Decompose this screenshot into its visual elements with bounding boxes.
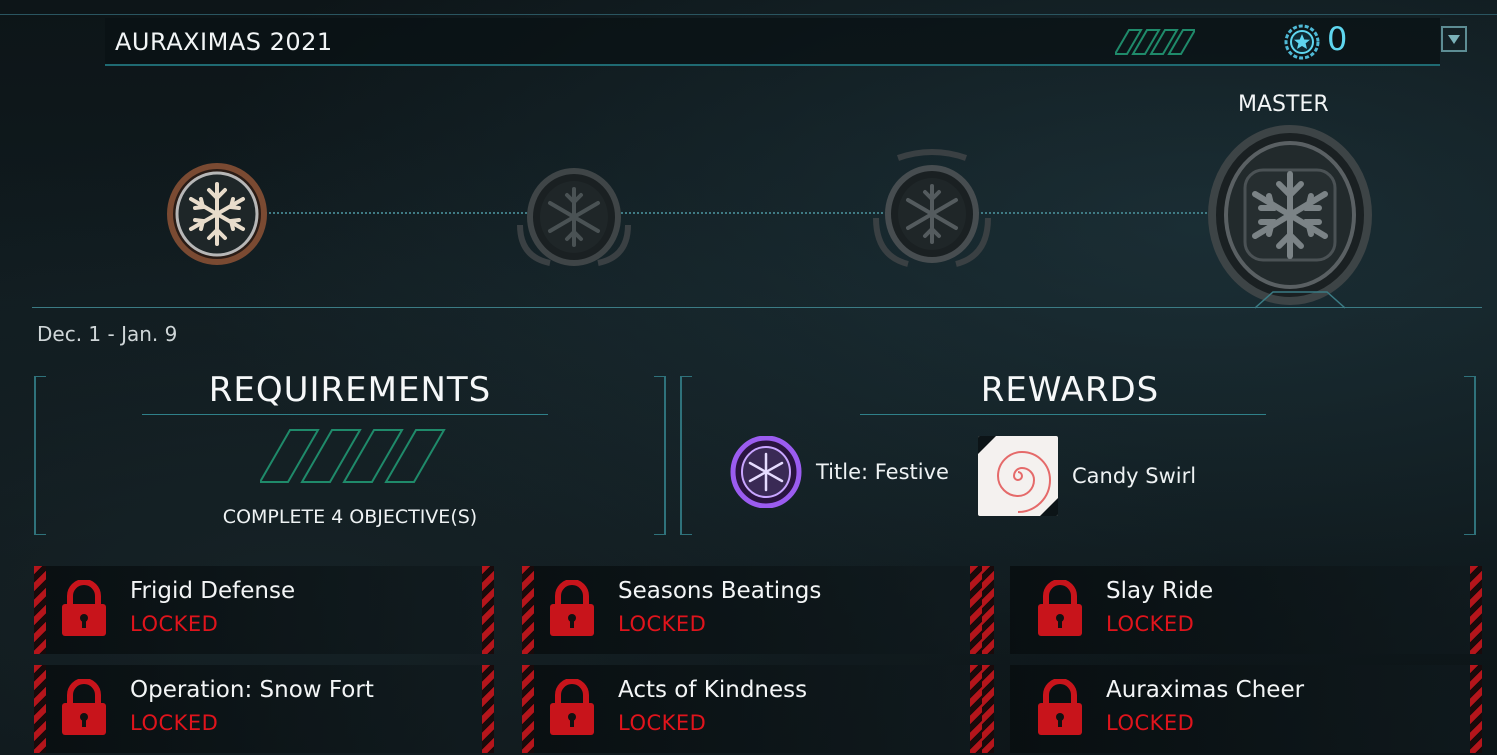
objective-status: LOCKED [130,711,219,735]
locked-hatch [482,665,494,753]
lock-icon [550,679,594,735]
score-value: 0 [1327,20,1348,58]
snowflake-badge-icon[interactable] [868,148,996,270]
lock-icon [62,580,106,636]
rewards-title: REWARDS [980,370,1160,410]
festive-title-icon [730,436,802,508]
rewards-panel: REWARDS Title: Festive Candy Swirl [680,370,1476,535]
reward-item[interactable]: Title: Festive [730,436,949,508]
locked-hatch [522,566,534,654]
rewards-underline [860,414,1266,415]
locked-hatch [1470,566,1482,654]
progress-stripes-icon [1115,29,1195,55]
locked-hatch [970,566,982,654]
objective-card[interactable]: Slay Ride LOCKED [982,566,1482,654]
lock-icon [1038,679,1082,735]
objective-status: LOCKED [618,612,707,636]
requirements-text: COMPLETE 4 OBJECTIVE(S) [222,506,478,528]
snowflake-badge-icon[interactable] [165,160,269,268]
objective-card[interactable]: Auraximas Cheer LOCKED [982,665,1482,753]
objective-card[interactable]: Frigid Defense LOCKED [34,566,494,654]
lock-icon [1038,580,1082,636]
requirements-title: REQUIREMENTS [208,370,492,410]
tier-connector [262,212,1247,214]
locked-hatch [482,566,494,654]
objective-card[interactable]: Operation: Snow Fort LOCKED [34,665,494,753]
requirements-panel: REQUIREMENTS COMPLETE 4 OBJECTIVE(S) [34,370,666,535]
requirements-underline [142,414,548,415]
page-title: AURAXIMAS 2021 [115,28,333,56]
reward-label: Candy Swirl [1072,464,1197,488]
header-bar: AURAXIMAS 2021 0 [105,18,1467,66]
reward-label: Title: Festive [816,460,949,484]
objective-name: Acts of Kindness [618,677,808,703]
objective-status: LOCKED [1106,711,1195,735]
objective-progress-stripes [260,429,446,483]
locked-hatch [522,665,534,753]
lock-icon [62,679,106,735]
objective-status: LOCKED [130,612,219,636]
master-tier-label: MASTER [1238,92,1329,117]
objective-status: LOCKED [618,711,707,735]
snowflake-badge-icon[interactable] [510,165,638,269]
top-border [0,14,1497,15]
dropdown-toggle-button[interactable] [1441,26,1467,52]
objective-card[interactable]: Acts of Kindness LOCKED [522,665,982,753]
locked-hatch [970,665,982,753]
objective-status: LOCKED [1106,612,1195,636]
objective-card[interactable]: Seasons Beatings LOCKED [522,566,982,654]
objective-name: Operation: Snow Fort [130,677,374,703]
locked-hatch [34,566,46,654]
candy-swirl-icon [978,436,1058,516]
divider-notch [1255,291,1345,309]
locked-hatch [982,665,994,753]
objective-name: Seasons Beatings [618,578,822,604]
lock-icon [550,580,594,636]
locked-hatch [34,665,46,753]
master-snowflake-badge-icon[interactable] [1205,122,1375,308]
objective-name: Auraximas Cheer [1106,677,1305,703]
reward-item[interactable]: Candy Swirl [978,436,1196,516]
objective-name: Frigid Defense [130,578,296,604]
objective-name: Slay Ride [1106,578,1214,604]
achievement-star-icon [1284,24,1320,60]
locked-hatch [1470,665,1482,753]
event-dates: Dec. 1 - Jan. 9 [37,322,178,346]
locked-hatch [982,566,994,654]
